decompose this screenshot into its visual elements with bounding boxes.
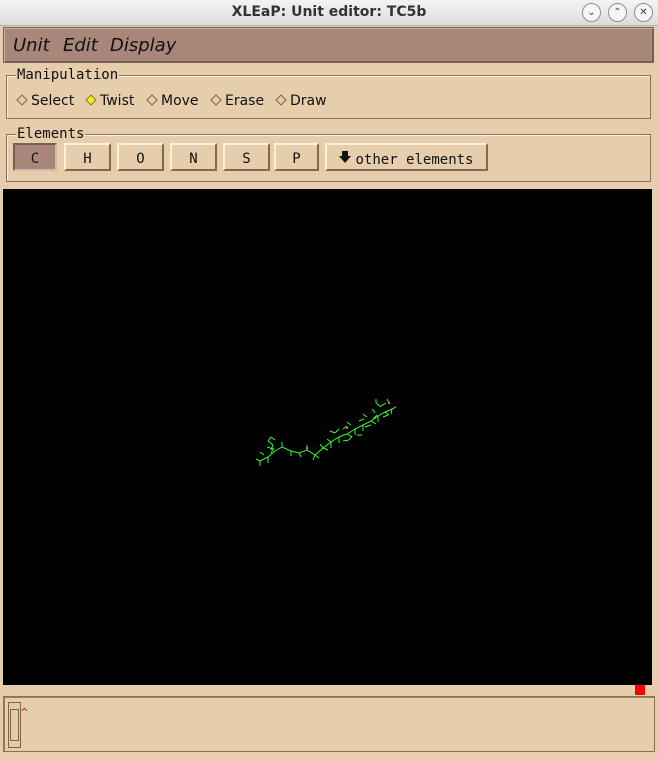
window-title: XLEaP: Unit editor: TC5b: [231, 4, 427, 20]
radio-draw-indicator-icon: [275, 94, 287, 106]
element-button-o[interactable]: O: [117, 143, 164, 171]
element-button-c[interactable]: C: [13, 143, 57, 171]
menu-bar: Unit Edit Display: [3, 27, 654, 63]
element-button-p[interactable]: P: [274, 143, 319, 171]
radio-twist[interactable]: Twist: [85, 93, 135, 109]
element-button-s[interactable]: S: [223, 143, 270, 171]
unit-editor-window: XLEaP: Unit editor: TC5b ⌄ ⌃ ✕ Unit Edit…: [0, 0, 658, 759]
manipulation-label: Manipulation: [16, 67, 120, 83]
radio-select[interactable]: Select: [16, 93, 75, 109]
element-button-h[interactable]: H: [64, 143, 111, 171]
command-console[interactable]: ^: [3, 696, 655, 752]
radio-erase-label: Erase: [225, 93, 265, 109]
radio-twist-indicator-icon: [85, 94, 97, 106]
maximize-button[interactable]: ⌃: [608, 3, 627, 22]
menu-edit[interactable]: Edit: [63, 35, 98, 56]
menu-display[interactable]: Display: [110, 35, 176, 56]
minimize-button[interactable]: ⌄: [582, 3, 601, 22]
radio-move-indicator-icon: [146, 94, 158, 106]
molecule-structure: [255, 398, 397, 466]
console-scroll-thumb[interactable]: [10, 709, 19, 741]
radio-erase-indicator-icon: [210, 94, 222, 106]
manipulation-group: Manipulation Select Twist Move Erase Dra…: [6, 67, 651, 119]
status-indicator: [635, 685, 645, 695]
arrow-down-icon: [339, 145, 352, 173]
elements-group: Elements C H O N S P other elements: [6, 126, 651, 182]
elements-label: Elements: [16, 126, 86, 142]
radio-erase[interactable]: Erase: [210, 93, 265, 109]
close-button[interactable]: ✕: [634, 3, 653, 22]
radio-move-label: Move: [161, 93, 199, 109]
other-elements-button[interactable]: other elements: [325, 143, 488, 171]
molecule-viewport[interactable]: [3, 189, 652, 685]
console-caret: ^: [21, 706, 28, 719]
radio-draw[interactable]: Draw: [275, 93, 327, 109]
element-button-n[interactable]: N: [170, 143, 217, 171]
title-bar: XLEaP: Unit editor: TC5b ⌄ ⌃ ✕: [0, 0, 658, 26]
menu-unit[interactable]: Unit: [13, 35, 50, 56]
radio-twist-label: Twist: [100, 93, 135, 109]
radio-select-indicator-icon: [16, 94, 28, 106]
radio-select-label: Select: [31, 93, 75, 109]
radio-move[interactable]: Move: [146, 93, 199, 109]
other-elements-label: other elements: [355, 152, 474, 168]
console-scrollbar[interactable]: [8, 702, 21, 748]
radio-draw-label: Draw: [290, 93, 327, 109]
